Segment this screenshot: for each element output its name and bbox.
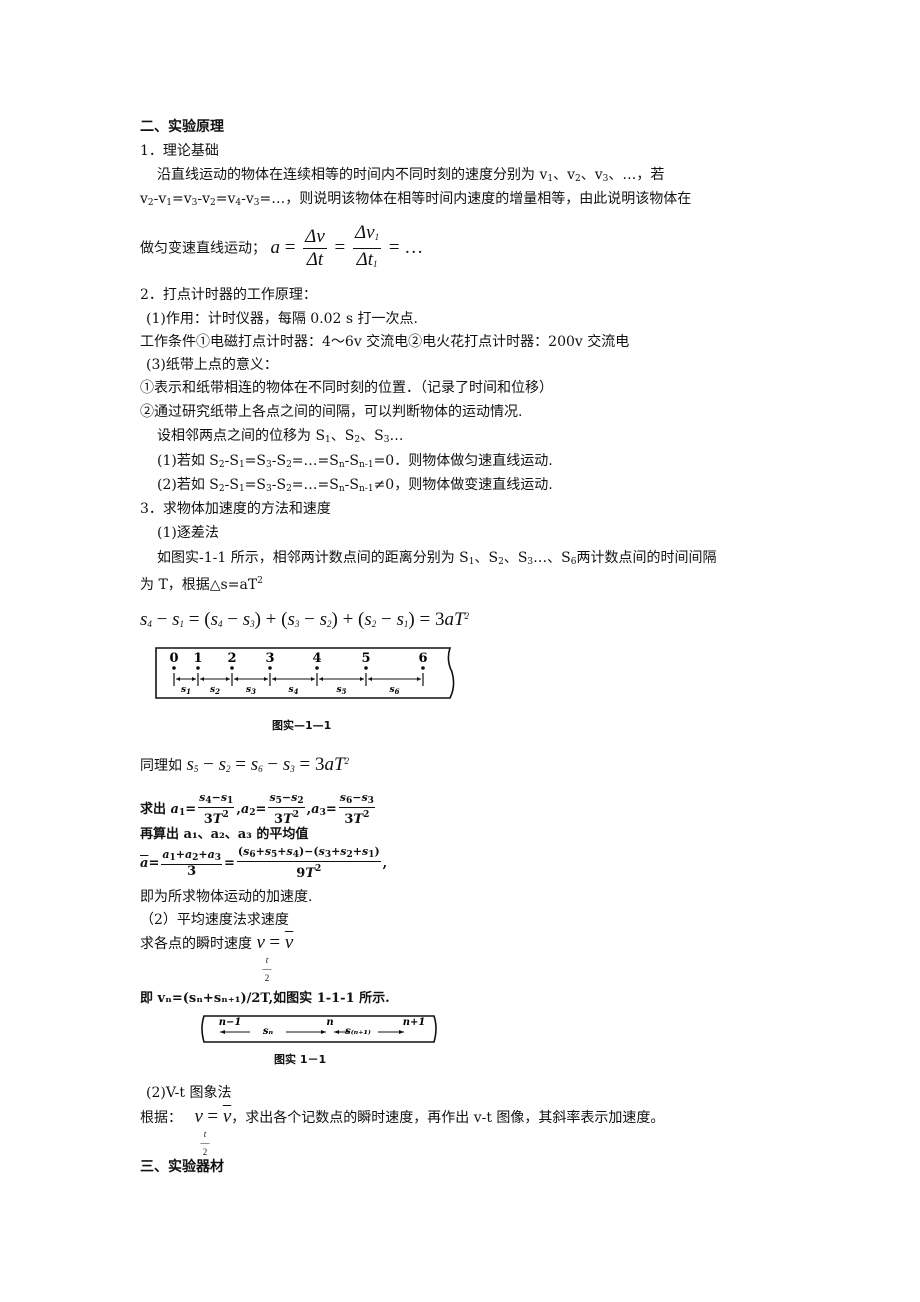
subheading-timer: 2．打点计时器的工作原理： <box>140 287 317 303</box>
equation-a1-a2-a3: 求出 a1= s4−s1 3T2 ,a2= s5−s2 3T2 ,a3= s6−s3 3T2 <box>140 791 375 827</box>
arrowhead-right <box>399 1030 404 1034</box>
section-title-principle: 二、实验原理 <box>140 119 224 135</box>
tape-dot <box>268 666 272 670</box>
tape2-label-n-minus-1: n−1 <box>219 1017 242 1028</box>
tape-dot <box>230 666 234 670</box>
arrowhead-right <box>321 1030 326 1034</box>
tape2-label-n-plus-1: n+1 <box>403 1017 426 1028</box>
tape-diagram-1: 0 1 2 3 4 5 6 s1 s2 s3 s4 s5 s6 <box>155 647 455 699</box>
displacement-def: 设相邻两点之间的位移为 S1、S2、S3… <box>157 428 404 445</box>
tape-segment-label: s5 <box>337 685 347 696</box>
arrowhead-right <box>311 677 315 681</box>
equation-average-a: a= a1+a2+a3 3 = (s6+s5+s4)−(s3+s2+s1) 9T2, <box>140 845 388 881</box>
tape2-label-sn1: s₍ₙ₊₁₎ <box>345 1026 371 1037</box>
vt-graph-text: 根据： v t ― 2 = v，求出各个记数点的瞬时速度，再作出 v-t 图像，其斜率… <box>140 1106 665 1157</box>
uniform-case: (1)若如 S2-S1=S3-S2=…=Sn-Sn-1=0．则物体做匀速直线运动… <box>157 453 553 470</box>
tape-dot <box>421 666 425 670</box>
method-average-velocity: （2）平均速度法求速度 <box>140 912 289 928</box>
tape-dot <box>315 666 319 670</box>
tape-segment-label: s4 <box>289 685 299 696</box>
arrowhead-right <box>192 677 196 681</box>
paragraph-theory-line2: v2-v1=v3-v2=v4-v3=…，则说明该物体在相等时间内速度的增量相等，… <box>140 191 692 208</box>
subheading-theory: 1．理论基础 <box>140 143 219 159</box>
timer-conditions: 工作条件①电磁打点计时器：4～6v 交流电②电火花打点计时器：200v 交流电 <box>140 334 630 350</box>
tape-segment-label: s1 <box>181 685 191 696</box>
tape2-label-sn: sₙ <box>263 1026 274 1037</box>
acceleration-formula: a = Δv Δt = Δv1 Δt1 = … <box>270 222 424 270</box>
equation-s5-s2-line: 同理如 s5 − s2 = s6 − s3 = 3aT2 <box>140 754 350 775</box>
section-title-equipment: 三、实验器材 <box>140 1159 224 1175</box>
tape-point-label: 6 <box>418 651 427 666</box>
tape-dot <box>196 666 200 670</box>
arrowhead-right <box>226 677 230 681</box>
tape-point-1: ①表示和纸带相连的物体在不同时刻的位置．（记录了时间和位移） <box>140 380 553 396</box>
method1-text-line1: 如图实-1-1 所示，相邻两计数点间的距离分别为 S1、S2、S3…、S6两计数… <box>157 550 717 567</box>
variable-case: (2)若如 S2-S1=S3-S2=…=Sn-Sn-1≠0，则物体做变速直线运动… <box>157 477 553 494</box>
tape-diagram-2: n−1 sₙ n s₍ₙ₊₁₎ n+1 <box>201 1015 437 1043</box>
tape-point-label: 3 <box>265 651 274 666</box>
tape-dot <box>172 666 176 670</box>
arrowhead-right <box>417 677 421 681</box>
vn-equation: 即 vₙ=(sₙ+sₙ₊₁)/2T,如图实 1-1-1 所示. <box>140 991 390 1006</box>
tape-point-label: 1 <box>193 651 202 666</box>
tape-segment-label: s2 <box>210 685 220 696</box>
arrowhead-left <box>220 1030 225 1034</box>
paragraph-theory-line1: 沿直线运动的物体在连续相等的时间内不同时刻的速度分别为 v1、v2、v3、…，若 <box>157 167 665 184</box>
figure-caption-2: 图实 1－1 <box>274 1053 327 1066</box>
tape-dot <box>364 666 368 670</box>
timer-function: (1)作用：计时仪器，每隔 0.02 s 打一次点. <box>146 311 418 327</box>
tape-point-label: 4 <box>312 651 321 666</box>
arrowhead-left <box>234 677 238 681</box>
method1-text-line2: 为 T，根据△s=aT2 <box>140 576 263 593</box>
tape-point-label: 2 <box>227 651 236 666</box>
tape-segment-label: s6 <box>390 685 400 696</box>
average-text: 再算出 a₁、a₂、a₃ 的平均值 <box>140 827 309 842</box>
conclusion-text: 即为所求物体运动的加速度. <box>140 889 313 905</box>
arrowhead-left <box>334 1030 339 1034</box>
arrowhead-left <box>319 677 323 681</box>
instantaneous-velocity-line: 求各点的瞬时速度 v t ― 2 = v <box>140 932 294 983</box>
figure-caption-1: 图实—1—1 <box>272 719 332 732</box>
method-vt-graph: (2)V-t 图象法 <box>146 1085 232 1101</box>
tape-segment-label: s3 <box>246 685 256 696</box>
equation-s4-s1: s4 − s1 = (s4 − s3) + (s3 − s2) + (s2 − … <box>140 609 470 630</box>
tape-dots-meaning: (3)纸带上点的意义： <box>146 357 278 373</box>
tape-point-2: ②通过研究纸带上各点之间的间隔，可以判断物体的运动情况. <box>140 404 523 420</box>
method-successive-difference: (1)逐差法 <box>157 525 219 541</box>
arrowhead-left <box>368 677 372 681</box>
arrowhead-right <box>360 677 364 681</box>
paragraph-theory-line3: 做匀变速直线运动； a = Δv Δt = Δv1 Δt1 = … <box>140 222 424 270</box>
tape2-label-n: n <box>326 1017 333 1028</box>
arrowhead-left <box>176 677 180 681</box>
tape-point-label: 5 <box>361 651 370 666</box>
subheading-acceleration-methods: 3．求物体加速度的方法和速度 <box>140 501 331 517</box>
arrowhead-left <box>272 677 276 681</box>
arrowhead-left <box>200 677 204 681</box>
arrowhead-right <box>264 677 268 681</box>
tape-point-label: 0 <box>169 651 178 666</box>
